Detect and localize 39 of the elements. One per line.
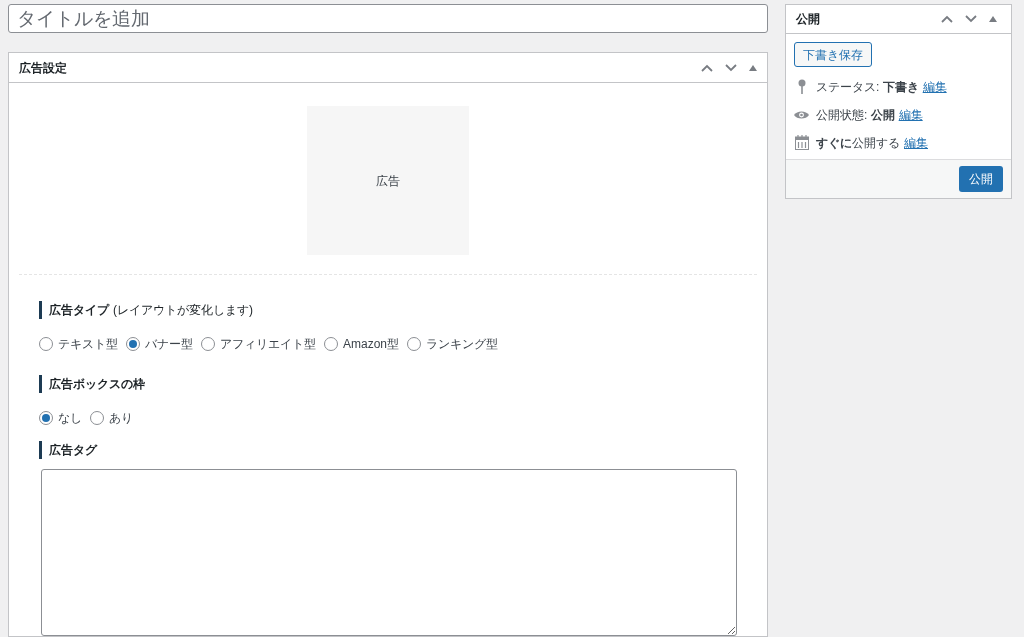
radio-option[interactable]: なし (39, 409, 82, 427)
radio-button[interactable] (126, 337, 140, 351)
edit-link[interactable]: 編集 (904, 133, 928, 152)
chevron-up-icon[interactable] (701, 63, 713, 72)
section-note: (レイアウトが変化します) (113, 302, 253, 319)
chevron-down-icon[interactable] (725, 63, 737, 72)
calendar-icon (794, 135, 809, 150)
section-heading: 広告タイプ (49, 302, 109, 319)
status-text: ステータス: 下書き (816, 78, 919, 96)
status-text: すぐに公開する (816, 134, 900, 152)
eye-icon (794, 109, 809, 120)
pin-icon (796, 78, 807, 95)
radio-option[interactable]: Amazon型 (324, 335, 400, 353)
ad-preview: 広告 (307, 106, 469, 255)
section-heading: 広告ボックスの枠 (49, 376, 145, 393)
radio-button[interactable] (324, 337, 338, 351)
edit-link[interactable]: 編集 (922, 77, 947, 96)
radio-option[interactable]: バナー型 (126, 335, 193, 353)
edit-link[interactable]: 編集 (898, 105, 923, 124)
radio-option[interactable]: ランキング型 (407, 335, 499, 353)
radio-option[interactable]: あり (90, 409, 133, 427)
status-text: 公開状態: 公開 (816, 106, 895, 124)
title-input[interactable]: タイトルを追加 (8, 4, 768, 33)
chevron-up-icon[interactable] (941, 15, 953, 23)
save-draft-button[interactable]: 下書き保存 (794, 42, 872, 67)
publish-button[interactable]: 公開 (959, 166, 1003, 192)
radio-button[interactable] (39, 411, 53, 425)
collapse-triangle-icon[interactable] (989, 16, 997, 22)
chevron-down-icon[interactable] (965, 15, 977, 23)
section-heading: 広告タグ (49, 442, 97, 459)
collapse-triangle-icon[interactable] (749, 64, 757, 71)
radio-button[interactable] (39, 337, 53, 351)
radio-option[interactable]: アフィリエイト型 (201, 335, 316, 353)
radio-option[interactable]: テキスト型 (39, 335, 118, 353)
radio-button[interactable] (407, 337, 422, 351)
radio-button[interactable] (201, 337, 215, 351)
panel-title: 広告設定 (19, 59, 67, 77)
panel-title: 公開 (796, 11, 820, 28)
radio-button[interactable] (90, 411, 104, 425)
